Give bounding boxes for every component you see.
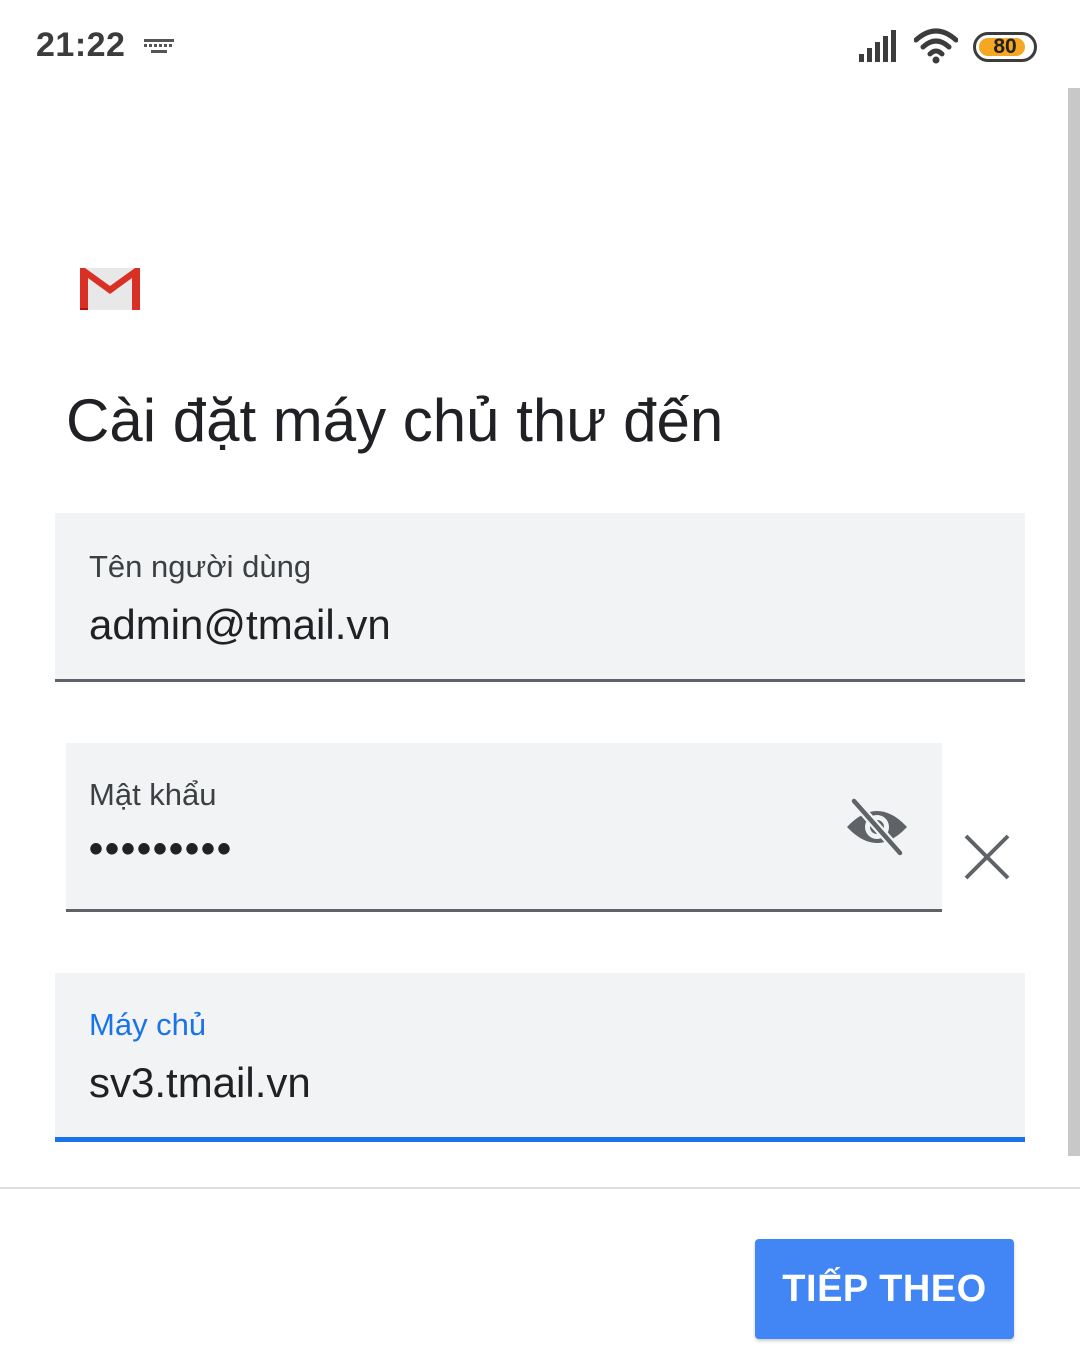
status-bar: 21:22 80	[0, 0, 1080, 92]
server-underline	[55, 1137, 1025, 1142]
status-time: 21:22	[36, 26, 126, 64]
password-field[interactable]: Mật khẩu •••••••••	[66, 743, 942, 912]
scrollbar[interactable]	[1068, 88, 1080, 1156]
server-label: Máy chủ	[89, 1007, 207, 1042]
screen: 21:22 80 Cài đặt máy chủ thư đến Tên ngư…	[0, 0, 1080, 1367]
battery-icon: 80	[973, 32, 1041, 62]
wifi-icon	[914, 28, 958, 64]
username-input[interactable]: admin@tmail.vn	[89, 601, 391, 649]
page-title: Cài đặt máy chủ thư đến	[66, 387, 724, 454]
password-underline	[66, 909, 942, 912]
password-label: Mật khẩu	[89, 777, 217, 812]
gmail-logo	[79, 268, 141, 310]
battery-level: 80	[993, 35, 1017, 58]
username-underline	[55, 679, 1025, 682]
keyboard-icon	[144, 39, 174, 53]
next-button[interactable]: TIẾP THEO	[755, 1239, 1014, 1339]
footer-divider	[0, 1187, 1080, 1189]
server-field[interactable]: Máy chủ sv3.tmail.vn	[55, 973, 1025, 1142]
close-icon[interactable]	[962, 832, 1012, 882]
signal-icon	[859, 30, 896, 62]
visibility-off-icon[interactable]	[844, 797, 910, 857]
server-input[interactable]: sv3.tmail.vn	[89, 1059, 311, 1107]
username-field[interactable]: Tên người dùng admin@tmail.vn	[55, 513, 1025, 682]
username-label: Tên người dùng	[89, 549, 312, 584]
password-input[interactable]: •••••••••	[89, 827, 233, 872]
